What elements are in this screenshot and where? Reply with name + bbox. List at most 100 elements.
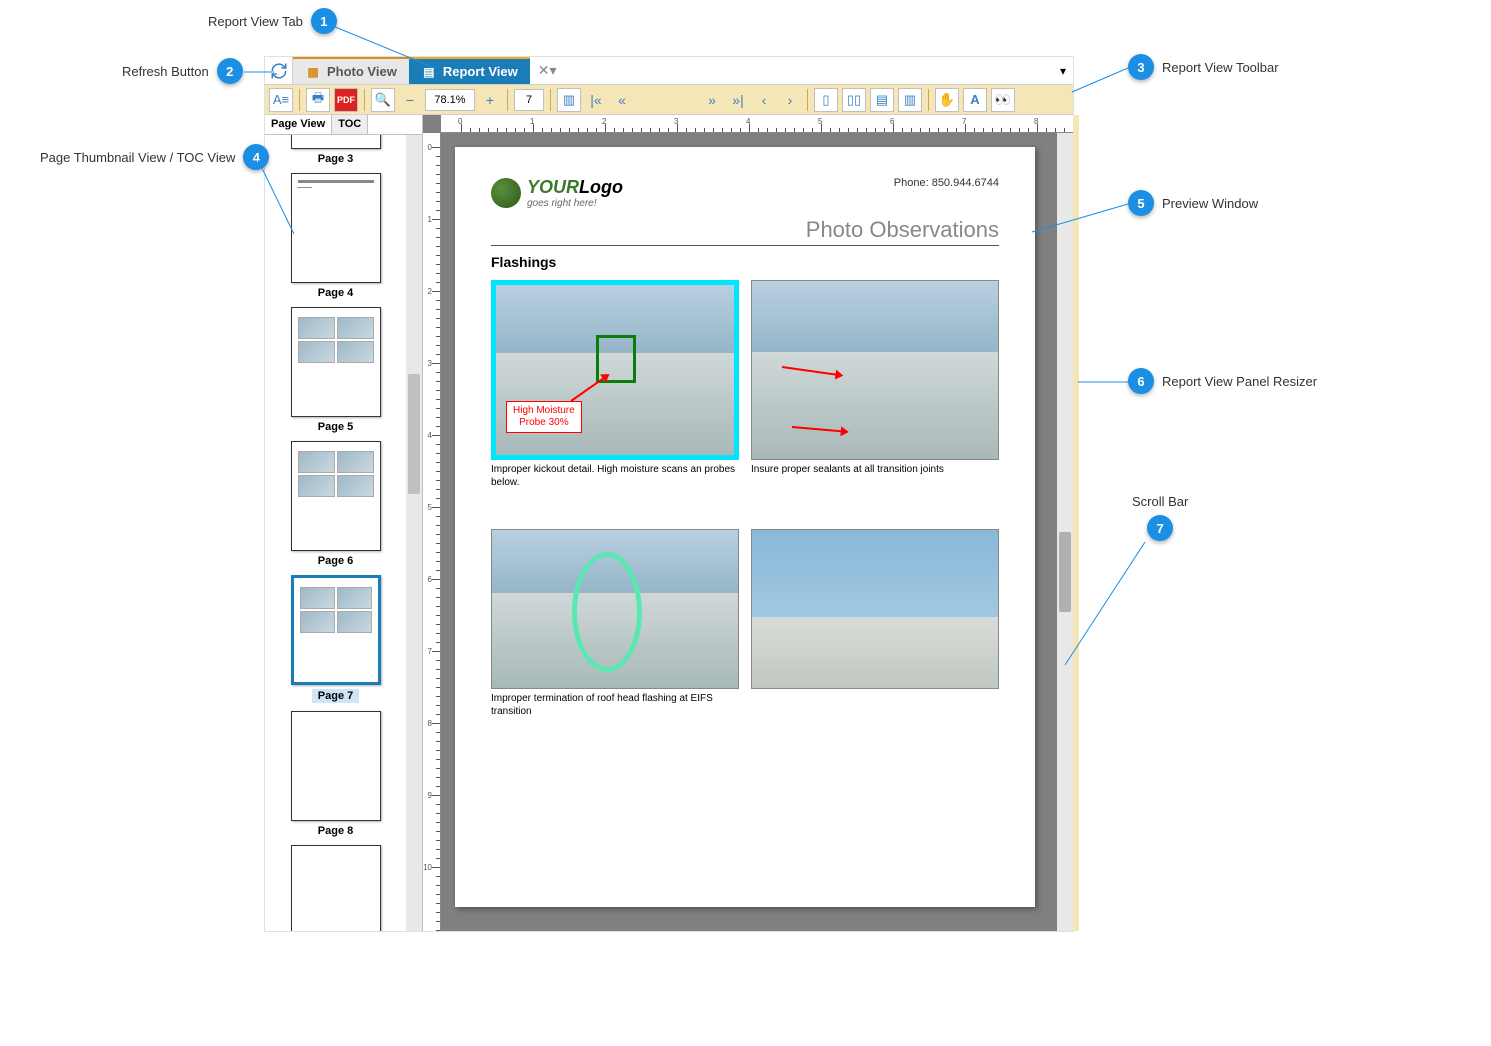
sidebar-scrollbar[interactable] <box>406 135 422 931</box>
back-icon: ‹ <box>762 92 767 108</box>
layout-icon: ▯▯ <box>847 92 861 108</box>
layout-3-button[interactable]: ▤ <box>870 88 894 112</box>
page-width-button[interactable]: ▥ <box>557 88 581 112</box>
callout-badge: 3 <box>1128 54 1154 80</box>
close-tab-button[interactable]: ✕▾ <box>530 57 565 84</box>
globe-icon <box>491 178 521 208</box>
photo-caption: Improper kickout detail. High moisture s… <box>491 463 739 489</box>
thumbnail-page-4[interactable]: ━━━━━━ Page 4 <box>269 173 402 299</box>
hand-tool-button[interactable]: ✋ <box>935 88 959 112</box>
thumbnail-list[interactable]: Page 3 ━━━━━━ Page 4 Page 5 Page 6 <box>265 135 406 931</box>
vertical-ruler: 012345678910 <box>423 133 441 931</box>
annotation-ellipse <box>572 552 642 672</box>
binoculars-icon: 👀 <box>995 92 1011 108</box>
find-button[interactable]: 👀 <box>991 88 1015 112</box>
forward-button[interactable]: › <box>779 89 801 111</box>
observation-photo-2: Insure proper sealants at all transition… <box>751 280 999 489</box>
thumbnail-page-6[interactable]: Page 6 <box>269 441 402 567</box>
callout-5: 5 Preview Window <box>1128 190 1258 216</box>
section-title: Photo Observations <box>491 217 999 246</box>
panel-resizer[interactable] <box>1073 115 1079 931</box>
zoom-in-icon: + <box>486 92 494 108</box>
page-number-input[interactable] <box>514 89 544 111</box>
forward-icon: › <box>788 92 793 108</box>
layout-2-button[interactable]: ▯▯ <box>842 88 866 112</box>
export-pdf-button[interactable]: PDF <box>334 88 358 112</box>
next-page-button[interactable]: » <box>701 89 723 111</box>
callout-label: Report View Panel Resizer <box>1162 374 1317 389</box>
magnifier-icon: 🔍 <box>375 92 391 108</box>
prev-page-button[interactable]: « <box>611 89 633 111</box>
layout-1-button[interactable]: ▯ <box>814 88 838 112</box>
chevron-down-icon: ▾ <box>1060 64 1066 78</box>
sidebar-tab-page-view[interactable]: Page View <box>265 115 332 134</box>
zoom-out-button[interactable]: − <box>399 89 421 111</box>
horizontal-ruler: 012345678 <box>441 115 1073 133</box>
first-page-button[interactable]: |« <box>585 89 607 111</box>
back-button[interactable]: ‹ <box>753 89 775 111</box>
thumbnail-page-5[interactable]: Page 5 <box>269 307 402 433</box>
export-doc-button[interactable]: A≡ <box>269 88 293 112</box>
thumbnail-page-3[interactable]: Page 3 <box>269 135 402 165</box>
app-window: ▦ Photo View ▤ Report View ✕▾ ▾ A≡ 🖶 PDF… <box>264 56 1074 932</box>
preview-window[interactable]: YOURLogo goes right here! Phone: 850.944… <box>441 133 1057 931</box>
callout-badge: 7 <box>1147 515 1173 541</box>
pdf-icon: PDF <box>337 95 355 105</box>
sidebar-tabs: Page View TOC <box>265 115 422 135</box>
doc-icon: A≡ <box>273 92 289 107</box>
callout-label: Report View Toolbar <box>1162 60 1279 75</box>
observation-photo-3: Improper termination of roof head flashi… <box>491 529 739 718</box>
callout-1: 1 Report View Tab <box>208 8 337 34</box>
sidebar-tab-toc[interactable]: TOC <box>332 115 368 134</box>
photo-caption: Insure proper sealants at all transition… <box>751 463 999 476</box>
report-page: YOURLogo goes right here! Phone: 850.944… <box>455 147 1035 907</box>
scrollbar-thumb[interactable] <box>408 374 420 494</box>
thumbnail-page-8[interactable]: Page 8 <box>269 711 402 837</box>
scrollbar-thumb[interactable] <box>1059 532 1071 612</box>
callout-badge: 1 <box>311 8 337 34</box>
phone-number: Phone: 850.944.6744 <box>894 177 999 189</box>
last-icon: »| <box>732 92 743 108</box>
preview-scrollbar[interactable] <box>1057 133 1073 931</box>
subsection-title: Flashings <box>491 254 999 270</box>
refresh-button[interactable] <box>265 57 293 84</box>
zoom-in-button[interactable]: + <box>479 89 501 111</box>
document-icon: ▤ <box>421 64 437 80</box>
print-icon: 🖶 <box>312 89 324 111</box>
callout-label: Page Thumbnail View / TOC View <box>40 150 235 165</box>
layout-4-button[interactable]: ▥ <box>898 88 922 112</box>
thumbnail-page-9[interactable]: Page 9 <box>269 845 402 931</box>
page-thumbnail-sidebar: Page View TOC Page 3 ━━━━━━ Page 4 Page <box>265 115 423 931</box>
callout-label: Preview Window <box>1162 196 1258 211</box>
tab-overflow-button[interactable]: ▾ <box>1053 57 1073 84</box>
callout-badge: 6 <box>1128 368 1154 394</box>
main-content: Page View TOC Page 3 ━━━━━━ Page 4 Page <box>265 115 1073 931</box>
callout-badge: 2 <box>217 58 243 84</box>
callout-4: 4 Page Thumbnail View / TOC View <box>40 144 269 170</box>
thumbnail-page-7[interactable]: Page 7 <box>269 575 402 703</box>
layout-icon: ▤ <box>876 92 888 108</box>
callout-7: Scroll Bar 7 <box>1132 494 1188 541</box>
last-page-button[interactable]: »| <box>727 89 749 111</box>
text-icon: A <box>970 92 979 107</box>
callout-2: 2 Refresh Button <box>122 58 243 84</box>
text-tool-button[interactable]: A <box>963 88 987 112</box>
fit-icon: ▥ <box>563 92 575 108</box>
close-icon: ✕▾ <box>538 62 557 79</box>
zoom-tool-button[interactable]: 🔍 <box>371 88 395 112</box>
annotation-arrow <box>570 374 608 401</box>
callout-label: Refresh Button <box>122 64 209 79</box>
photo-caption: Improper termination of roof head flashi… <box>491 692 739 718</box>
annotation-arrow <box>782 366 842 376</box>
tab-photo-view[interactable]: ▦ Photo View <box>293 57 409 84</box>
zoom-level[interactable]: 78.1% <box>425 89 475 111</box>
print-button[interactable]: 🖶 <box>306 88 330 112</box>
callout-3: 3 Report View Toolbar <box>1128 54 1279 80</box>
logo: YOURLogo goes right here! <box>491 177 623 209</box>
zoom-out-icon: − <box>406 92 414 108</box>
observation-photo-4 <box>751 529 999 718</box>
next-icon: » <box>708 92 716 108</box>
tab-report-view[interactable]: ▤ Report View <box>409 57 530 84</box>
layout-icon: ▥ <box>904 92 916 108</box>
grid-icon: ▦ <box>305 64 321 80</box>
